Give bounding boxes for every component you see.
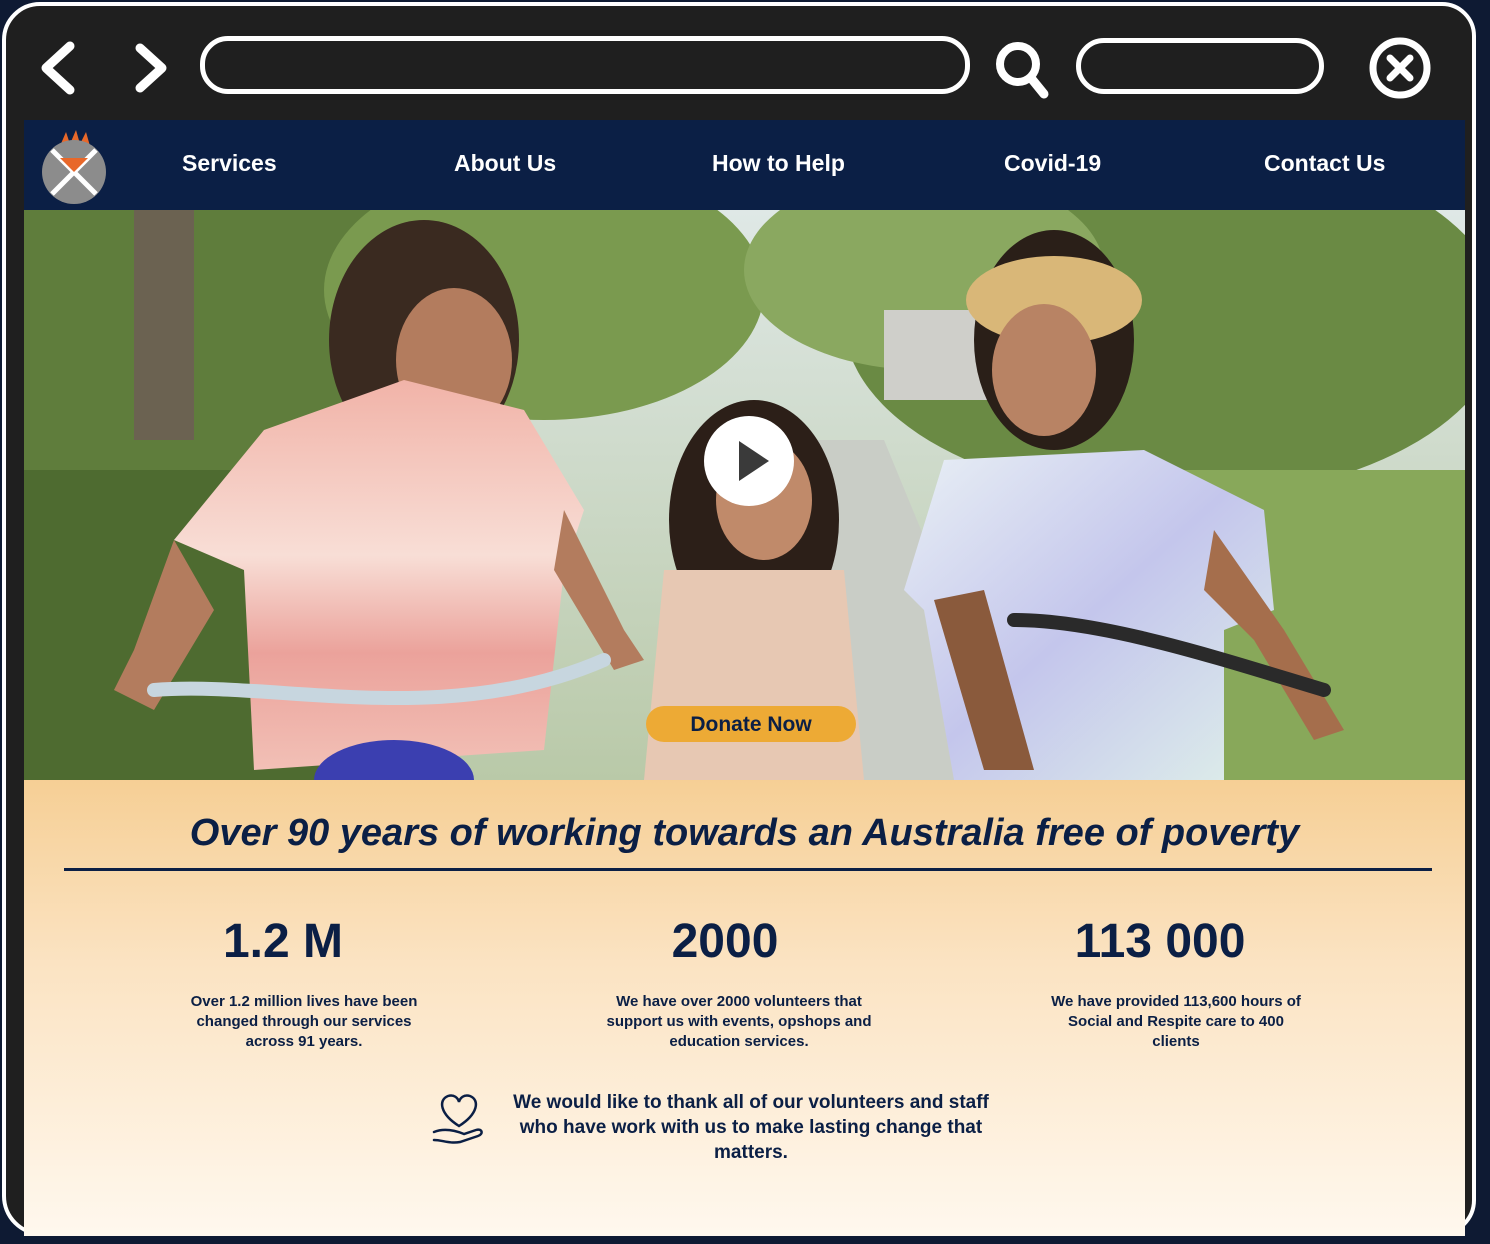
stat-description: We have provided 113,600 hours of Social… bbox=[1051, 993, 1301, 1050]
stat-value: 2000 bbox=[671, 915, 779, 968]
hero-image: Donate Now bbox=[24, 210, 1465, 780]
stat-hours: 113 000 We have provided 113,600 hours o… bbox=[1014, 914, 1334, 1052]
site-navbar: Services About Us How to Help Covid-19 C… bbox=[24, 120, 1465, 210]
address-bar[interactable] bbox=[200, 36, 970, 94]
nav-covid-19[interactable]: Covid-19 bbox=[1004, 150, 1101, 177]
nav-services[interactable]: Services bbox=[182, 150, 277, 177]
nav-about-us[interactable]: About Us bbox=[454, 150, 556, 177]
webpage: Services About Us How to Help Covid-19 C… bbox=[24, 120, 1465, 1236]
stat-description: We have over 2000 volunteers that suppor… bbox=[606, 993, 872, 1050]
nav-how-to-help[interactable]: How to Help bbox=[712, 150, 845, 177]
impact-section: Over 90 years of working towards an Aust… bbox=[24, 780, 1465, 1236]
divider bbox=[64, 868, 1432, 871]
stat-description: Over 1.2 million lives have been changed… bbox=[190, 993, 418, 1050]
forward-arrow-icon[interactable] bbox=[124, 36, 180, 100]
heart-hand-icon bbox=[430, 1088, 488, 1146]
back-arrow-icon[interactable] bbox=[32, 36, 88, 100]
play-icon[interactable] bbox=[704, 416, 794, 506]
thanks-message: We would like to thank all of our volunt… bbox=[513, 1092, 989, 1163]
donate-now-button[interactable]: Donate Now bbox=[646, 706, 856, 742]
stat-value: 1.2 M bbox=[222, 915, 344, 968]
stat-value: 113 000 bbox=[1074, 915, 1246, 968]
secondary-bar[interactable] bbox=[1076, 38, 1324, 94]
search-icon[interactable] bbox=[992, 38, 1052, 102]
nav-contact-us[interactable]: Contact Us bbox=[1264, 150, 1385, 177]
close-icon[interactable] bbox=[1368, 36, 1432, 100]
logo[interactable] bbox=[38, 128, 114, 204]
page-tagline: Over 90 years of working towards an Aust… bbox=[189, 812, 1300, 854]
stat-volunteers: 2000 We have over 2000 volunteers that s… bbox=[576, 914, 896, 1052]
stat-lives: 1.2 M Over 1.2 million lives have been c… bbox=[144, 914, 464, 1052]
browser-toolbar bbox=[6, 6, 1472, 114]
browser-window: Services About Us How to Help Covid-19 C… bbox=[2, 2, 1476, 1236]
